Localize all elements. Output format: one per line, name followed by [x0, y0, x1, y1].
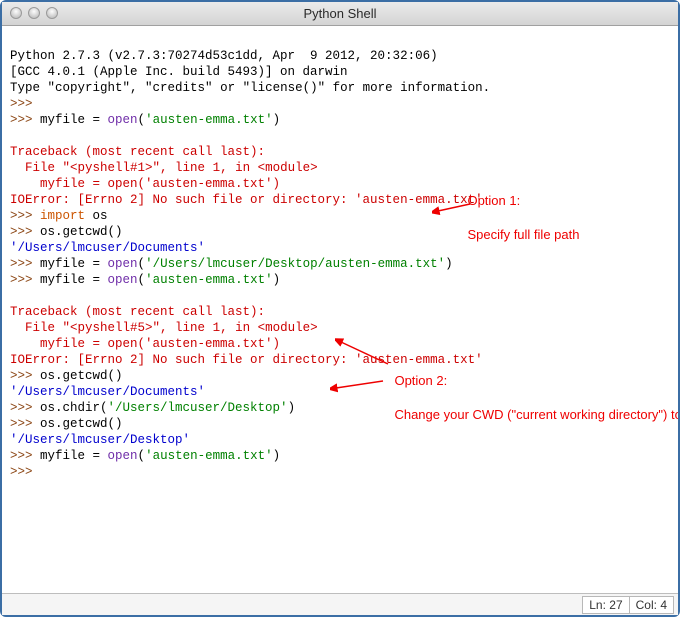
- status-column: Col: 4: [629, 596, 674, 614]
- annotation-text: Option 2:: [394, 373, 447, 388]
- banner-line: Type "copyright", "credits" or "license(…: [10, 81, 490, 95]
- traffic-lights: [10, 7, 58, 19]
- close-button[interactable]: [10, 7, 22, 19]
- banner-line: [GCC 4.0.1 (Apple Inc. build 5493)] on d…: [10, 65, 348, 79]
- arrow-icon: [330, 378, 385, 393]
- terminal-content[interactable]: Python 2.7.3 (v2.7.3:70274d53c1dd, Apr 9…: [2, 26, 678, 593]
- code-line: >>> myfile = open('austen-emma.txt'): [10, 449, 280, 463]
- titlebar: Python Shell: [2, 2, 678, 26]
- annotation-option2: Option 2: Change your CWD ("current work…: [380, 356, 640, 440]
- traceback-line: myfile = open('austen-emma.txt'): [10, 177, 280, 191]
- annotation-text: Specify full file path: [467, 227, 579, 242]
- annotation-text: Option 1:: [467, 193, 520, 208]
- annotation-text: Change your CWD ("current working direct…: [394, 407, 678, 422]
- traceback-line: Traceback (most recent call last):: [10, 305, 265, 319]
- output-line: '/Users/lmcuser/Documents': [10, 241, 205, 255]
- traceback-line: File "<pyshell#5>", line 1, in <module>: [10, 321, 318, 335]
- code-line: >>> os.getcwd(): [10, 225, 123, 239]
- traceback-line: File "<pyshell#1>", line 1, in <module>: [10, 161, 318, 175]
- traceback-line: IOError: [Errno 2] No such file or direc…: [10, 193, 483, 207]
- minimize-button[interactable]: [28, 7, 40, 19]
- code-line: >>> myfile = open('/Users/lmcuser/Deskto…: [10, 257, 453, 271]
- prompt: >>>: [10, 465, 40, 479]
- code-line: >>> os.getcwd(): [10, 369, 123, 383]
- output-line: '/Users/lmcuser/Desktop': [10, 433, 190, 447]
- window-title: Python Shell: [304, 6, 377, 21]
- code-line: >>> import os: [10, 209, 108, 223]
- code-line: >>> myfile = open('austen-emma.txt'): [10, 273, 280, 287]
- traceback-line: Traceback (most recent call last):: [10, 145, 265, 159]
- statusbar: Ln: 27 Col: 4: [2, 593, 678, 615]
- zoom-button[interactable]: [46, 7, 58, 19]
- code-line: >>> os.chdir('/Users/lmcuser/Desktop'): [10, 401, 295, 415]
- output-line: '/Users/lmcuser/Documents': [10, 385, 205, 399]
- prompt: >>>: [10, 97, 40, 111]
- annotation-option1: Option 1: Specify full file path: [453, 176, 663, 260]
- code-line: >>> os.getcwd(): [10, 417, 123, 431]
- code-line: >>> myfile = open('austen-emma.txt'): [10, 113, 280, 127]
- banner-line: Python 2.7.3 (v2.7.3:70274d53c1dd, Apr 9…: [10, 49, 445, 63]
- status-line: Ln: 27: [582, 596, 629, 614]
- traceback-line: myfile = open('austen-emma.txt'): [10, 337, 280, 351]
